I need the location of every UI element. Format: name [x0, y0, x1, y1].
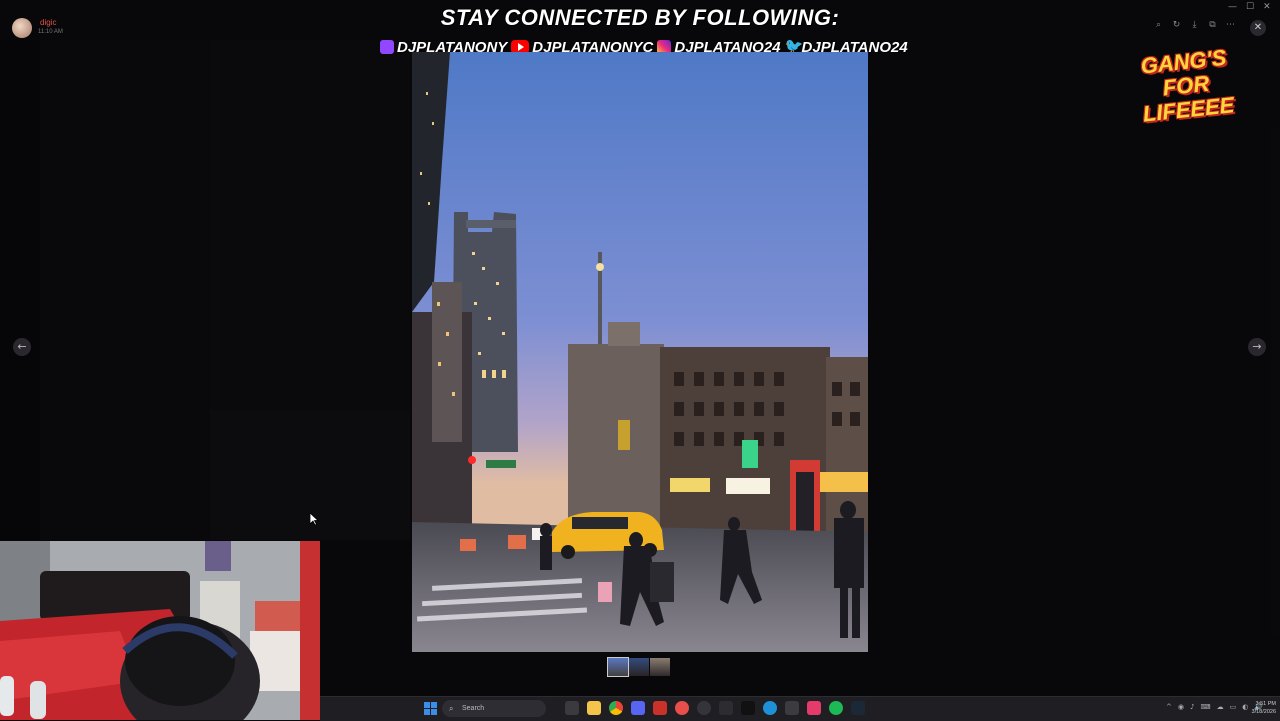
- stream-banner-title: STAY CONNECTED BY FOLLOWING:: [440, 5, 840, 30]
- windows-taskbar: ⌕ Search ^ ◉ ♪ ⌨ ☁ ▭ ◐ 🔊 3:51 PM 3/18/20…: [320, 696, 1280, 721]
- search-icon: ⌕: [449, 704, 454, 713]
- taskbar-pinned-apps: [565, 701, 865, 715]
- next-image-button[interactable]: →: [1248, 338, 1266, 356]
- clock-time: 3:51 PM: [1255, 701, 1276, 707]
- edge-icon[interactable]: [763, 701, 777, 715]
- app-red-icon[interactable]: [675, 701, 689, 715]
- terminal-icon[interactable]: [785, 701, 799, 715]
- file-explorer-icon[interactable]: [587, 701, 601, 715]
- webcam-overlay: [0, 541, 320, 720]
- keyboard-icon[interactable]: ⌨: [1200, 703, 1210, 711]
- thumbnail-1[interactable]: [607, 657, 629, 677]
- cloud-icon[interactable]: ☁: [1217, 703, 1224, 711]
- tray-audio-app-icon[interactable]: ♪: [1190, 703, 1194, 711]
- twitch-icon: [380, 40, 394, 54]
- viewed-photo[interactable]: [412, 52, 868, 652]
- street-photo-illustration: [412, 52, 868, 652]
- taskbar-clock[interactable]: 3:51 PM 3/18/2026: [1248, 700, 1276, 716]
- minimize-button[interactable]: —: [1228, 2, 1237, 12]
- task-view-icon[interactable]: [565, 701, 579, 715]
- taskbar-search-box[interactable]: ⌕ Search: [442, 700, 546, 717]
- music-app-icon[interactable]: [807, 701, 821, 715]
- close-viewer-button[interactable]: ✕: [1250, 20, 1266, 36]
- window-controls: — ☐ ✕: [1228, 2, 1271, 12]
- search-placeholder: Search: [462, 705, 485, 712]
- thumbnail-strip: [607, 657, 670, 677]
- discord-icon[interactable]: [631, 701, 645, 715]
- more-options-icon[interactable]: ⋯: [1224, 20, 1237, 30]
- thumbnail-3[interactable]: [650, 658, 670, 676]
- maximize-button[interactable]: ☐: [1246, 2, 1254, 12]
- obs-icon[interactable]: [697, 701, 711, 715]
- m-app-icon[interactable]: [741, 701, 755, 715]
- acrobat-icon[interactable]: [653, 701, 667, 715]
- stream-logo: GANG'S FOR LIFEEEE: [1139, 44, 1236, 127]
- windows-start-button[interactable]: [424, 702, 437, 715]
- steam-icon[interactable]: [851, 701, 865, 715]
- capcut-icon[interactable]: [719, 701, 733, 715]
- viewer-toolbar: ⌕ ↻ ⤓ ⧉ ⋯: [1152, 20, 1237, 30]
- rotate-icon[interactable]: ↻: [1170, 20, 1183, 30]
- window-close-button[interactable]: ✕: [1263, 2, 1271, 12]
- thumbnail-2[interactable]: [629, 658, 649, 676]
- tray-overflow-icon[interactable]: ^: [1166, 703, 1172, 711]
- spotify-icon[interactable]: [829, 701, 843, 715]
- tray-app-icon[interactable]: ◉: [1178, 703, 1184, 711]
- open-external-icon[interactable]: ⧉: [1206, 20, 1219, 30]
- download-icon[interactable]: ⤓: [1188, 20, 1201, 30]
- chrome-icon[interactable]: [609, 701, 623, 715]
- webcam-scene-illustration: [0, 541, 320, 720]
- network-icon[interactable]: ▭: [1230, 703, 1237, 711]
- clock-date: 3/18/2026: [1251, 709, 1276, 715]
- zoom-icon[interactable]: ⌕: [1152, 20, 1165, 30]
- previous-image-button[interactable]: ←: [13, 338, 31, 356]
